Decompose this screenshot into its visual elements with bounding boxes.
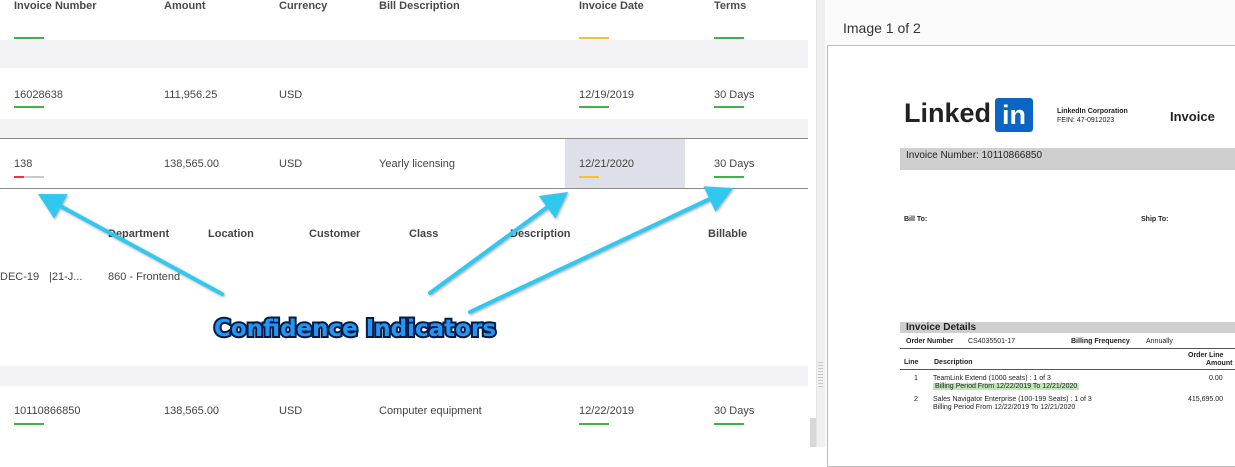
arrow-group [38, 186, 733, 314]
arrow-to-invoice-date-head [538, 192, 568, 219]
arrow-to-invoice-date-shaft [428, 205, 550, 295]
arrow-to-invoice-number-shaft [58, 204, 224, 296]
confidence-indicators-label: Confidence Indicators [214, 316, 496, 342]
arrow-to-terms-shaft [468, 197, 712, 314]
annotation-overlay: Confidence Indicators [38, 186, 733, 344]
